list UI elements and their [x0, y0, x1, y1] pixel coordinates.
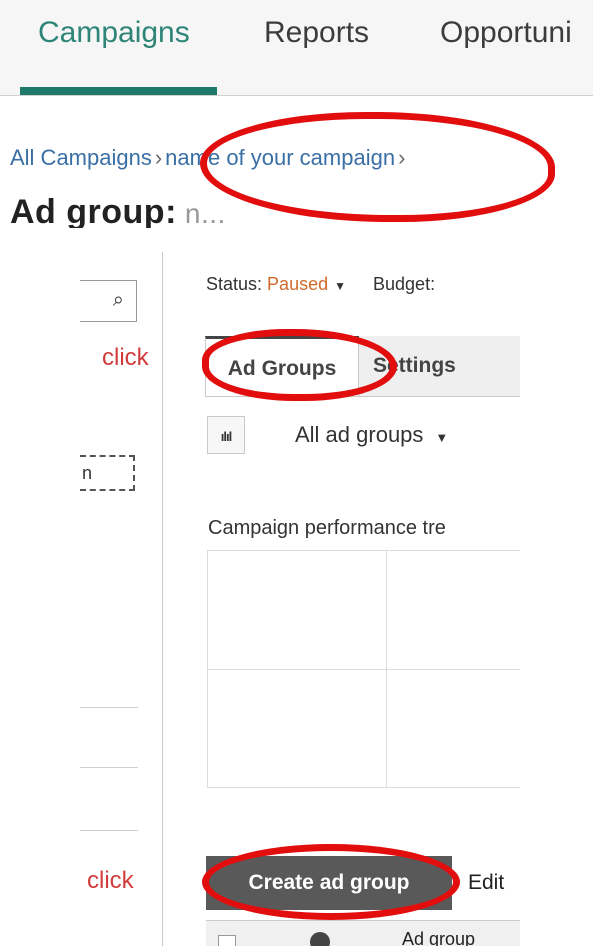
- budget-label: Budget:: [373, 274, 436, 294]
- breadcrumb-campaign-name[interactable]: name of your campaign: [165, 145, 395, 170]
- nav-tab-opportunities[interactable]: Opportuni: [440, 16, 572, 50]
- edit-button[interactable]: Edit: [468, 856, 504, 910]
- chart-toggle-button[interactable]: ılıl: [207, 416, 245, 454]
- divider: [80, 707, 138, 708]
- breadcrumb-separator-icon: ›: [154, 145, 163, 170]
- dotted-button[interactable]: n: [80, 455, 135, 491]
- nav-tab-campaigns[interactable]: Campaigns: [38, 16, 190, 50]
- click-annotation: click: [102, 344, 149, 371]
- breadcrumb-all-campaigns[interactable]: All Campaigns: [10, 145, 152, 170]
- breadcrumb-chevron-icon: ›: [398, 145, 406, 170]
- filter-row: ılıl All ad groups ▼: [205, 416, 520, 456]
- status-column-icon: [310, 932, 330, 946]
- ad-group-filter-select[interactable]: All ad groups ▼: [295, 422, 448, 448]
- click-annotation: click: [87, 867, 134, 894]
- top-navigation: Campaigns Reports Opportuni: [0, 0, 593, 96]
- status-value[interactable]: Paused: [267, 274, 328, 294]
- page-title-label: Ad group:: [10, 193, 177, 228]
- top-screenshot-crop: Campaigns Reports Opportuni All Campaign…: [0, 0, 593, 228]
- page-title-value: n...: [184, 198, 226, 228]
- tab-ad-groups[interactable]: Ad Groups: [205, 336, 359, 396]
- breadcrumb: All Campaigns › name of your campaign ›: [10, 145, 408, 171]
- chevron-down-icon: ▼: [435, 430, 449, 445]
- trend-chart-title: Campaign performance tre: [208, 517, 446, 539]
- table-header: Ad group: [206, 920, 520, 946]
- divider: [80, 767, 138, 768]
- filter-selected-value: All ad groups: [295, 422, 424, 447]
- trend-chart-area: [207, 550, 520, 788]
- tab-settings[interactable]: Settings: [373, 336, 456, 396]
- main-pane: Status: Paused ▼ Budget: Ad Groups Settin…: [163, 252, 520, 946]
- select-all-checkbox[interactable]: [218, 935, 236, 946]
- grid-line: [208, 669, 520, 670]
- tab-bar: Ad Groups Settings: [205, 336, 520, 397]
- active-tab-indicator: [20, 87, 217, 95]
- column-header-ad-group[interactable]: Ad group: [402, 929, 475, 946]
- page-title: Ad group: n...: [10, 193, 226, 228]
- actions-row: Create ad group Edit: [206, 856, 520, 910]
- search-input[interactable]: ⌕: [80, 280, 137, 322]
- status-bar: Status: Paused ▼ Budget:: [206, 274, 435, 295]
- nav-tab-reports[interactable]: Reports: [264, 16, 369, 50]
- divider: [80, 830, 138, 831]
- bar-chart-icon: ılıl: [220, 429, 232, 444]
- search-icon[interactable]: ⌕: [113, 289, 124, 312]
- create-ad-group-button[interactable]: Create ad group: [206, 856, 452, 910]
- bottom-screenshot-crop: ⌕ n Status: Paused ▼ Budget: Ad Groups Se…: [80, 252, 520, 946]
- status-dropdown-caret-icon[interactable]: ▼: [334, 279, 346, 293]
- status-label: Status:: [206, 274, 263, 294]
